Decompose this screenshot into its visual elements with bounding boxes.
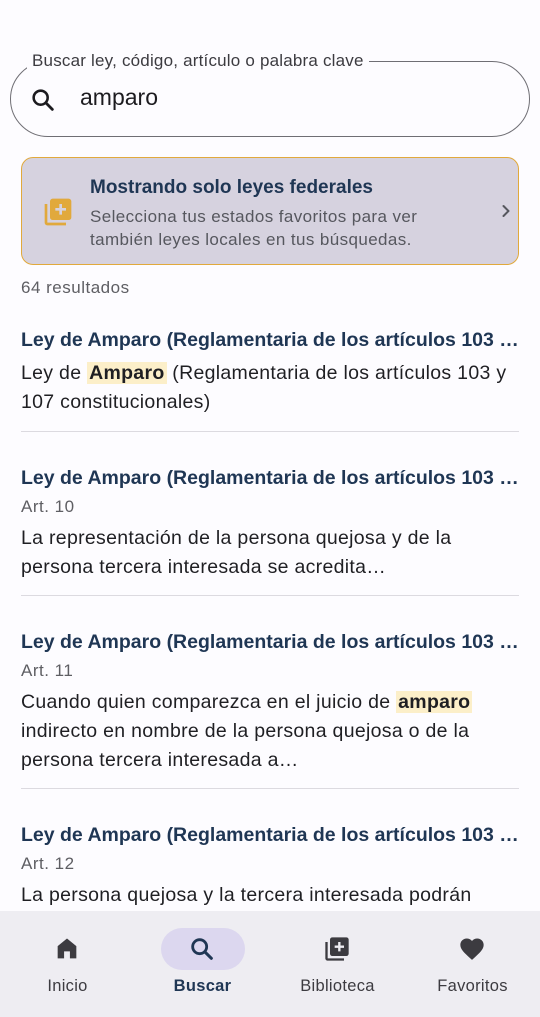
heart-icon: [460, 938, 484, 960]
result-article: Art. 10: [21, 497, 75, 516]
divider: [21, 431, 519, 432]
search-highlight: Amparo: [87, 362, 167, 384]
home-icon: [57, 938, 77, 959]
library-add-icon: [325, 937, 349, 961]
nav-label: Favoritos: [437, 977, 508, 995]
search-input[interactable]: amparo: [80, 84, 158, 111]
result-title: Ley de Amparo (Reglamentaria de los artí…: [21, 329, 519, 351]
search-icon: [191, 938, 213, 960]
bottom-navigation: Inicio Buscar Biblioteca Favoritos: [0, 911, 540, 1017]
nav-label: Buscar: [173, 977, 232, 995]
search-icon: [32, 89, 54, 111]
result-article: Art. 12: [21, 854, 75, 873]
results-count: 64 resultados: [21, 278, 130, 297]
nav-label: Inicio: [47, 977, 88, 995]
nav-label: Biblioteca: [300, 977, 375, 995]
result-item[interactable]: Ley de Amparo (Reglamentaria de los artí…: [21, 465, 519, 582]
divider: [21, 788, 519, 789]
result-snippet: Cuando quien comparezca en el juicio de …: [21, 691, 473, 771]
result-item[interactable]: Ley de Amparo (Reglamentaria de los artí…: [21, 629, 519, 775]
result-snippet: La persona quejosa y la tercera interesa…: [21, 884, 472, 906]
result-title: Ley de Amparo (Reglamentaria de los artí…: [21, 467, 519, 489]
banner-title: Mostrando solo leyes federales: [90, 177, 373, 198]
chevron-right-icon: [502, 205, 510, 217]
banner-text: Selecciona tus estados favoritos para ve…: [90, 207, 418, 249]
nav-item-inicio[interactable]: Inicio: [0, 911, 135, 1017]
nav-item-biblioteca[interactable]: Biblioteca: [270, 911, 405, 1017]
result-item[interactable]: Ley de Amparo (Reglamentaria de los artí…: [21, 822, 519, 910]
result-snippet: Ley de Amparo (Reglamentaria de los artí…: [21, 362, 507, 413]
federal-laws-banner[interactable]: Mostrando solo leyes federales Seleccion…: [21, 157, 519, 265]
result-item[interactable]: Ley de Amparo (Reglamentaria de los artí…: [21, 327, 519, 417]
search-field[interactable]: Buscar ley, código, artículo o palabra c…: [10, 51, 530, 137]
search-highlight: amparo: [396, 691, 473, 713]
library-add-icon: [44, 198, 72, 226]
result-article: Art. 11: [21, 661, 74, 680]
result-title: Ley de Amparo (Reglamentaria de los artí…: [21, 824, 519, 846]
result-snippet: La representación de la persona quejosa …: [21, 527, 452, 578]
nav-item-favoritos[interactable]: Favoritos: [405, 911, 540, 1017]
search-label: Buscar ley, código, artículo o palabra c…: [27, 51, 369, 71]
nav-item-buscar[interactable]: Buscar: [135, 911, 270, 1017]
result-title: Ley de Amparo (Reglamentaria de los artí…: [21, 631, 519, 653]
divider: [21, 595, 519, 596]
